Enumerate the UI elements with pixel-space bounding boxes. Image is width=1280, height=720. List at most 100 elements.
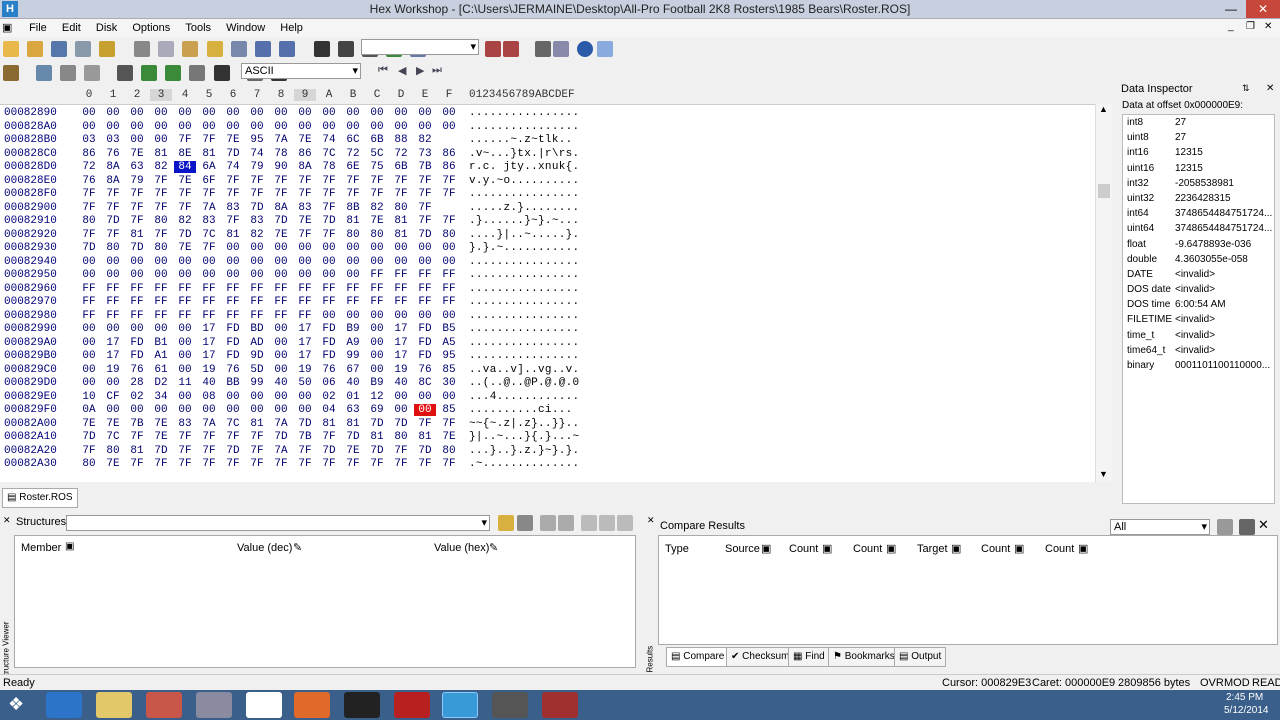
hex-byte[interactable]: 00: [294, 404, 316, 416]
hex-byte[interactable]: 7E: [294, 134, 316, 146]
hex-byte[interactable]: 81: [126, 229, 148, 241]
hex-byte[interactable]: 00: [390, 404, 412, 416]
hex-byte[interactable]: 30: [438, 377, 460, 389]
hex-byte[interactable]: 6B: [390, 161, 412, 173]
hex-byte[interactable]: 00: [126, 134, 148, 146]
hex-byte[interactable]: FD: [318, 350, 340, 362]
hex-byte[interactable]: 00: [174, 404, 196, 416]
hex-byte[interactable]: 7F: [126, 202, 148, 214]
hex-byte[interactable]: 00: [102, 269, 124, 281]
hex-byte[interactable]: 7F: [222, 188, 244, 200]
hex-byte[interactable]: 00: [342, 242, 364, 254]
hex-byte[interactable]: FF: [198, 310, 220, 322]
hex-byte[interactable]: 8C: [414, 377, 436, 389]
hex-byte[interactable]: 7F: [342, 188, 364, 200]
hex-byte[interactable]: 86: [438, 161, 460, 173]
scroll-thumb[interactable]: [1098, 184, 1110, 198]
file-tab[interactable]: ▤ Roster.ROS: [2, 488, 78, 508]
hex-byte[interactable]: 00: [150, 134, 172, 146]
clock-time[interactable]: 2:45 PM: [1226, 692, 1263, 703]
hex-byte[interactable]: 7F: [174, 458, 196, 470]
hex-byte[interactable]: FF: [390, 269, 412, 281]
apf-icon[interactable]: [394, 692, 430, 718]
document-icon[interactable]: ▣: [0, 19, 20, 37]
hex-byte[interactable]: 00: [270, 242, 292, 254]
new-icon[interactable]: [3, 41, 19, 57]
hex-byte[interactable]: 00: [246, 242, 268, 254]
hex-byte[interactable]: 00: [414, 107, 436, 119]
col-value-hex[interactable]: Value (hex): [434, 542, 489, 554]
hex-byte[interactable]: FF: [366, 269, 388, 281]
inspector-row[interactable]: DOS time 6:00:54 AM: [1123, 297, 1274, 312]
hex-byte[interactable]: FF: [102, 310, 124, 322]
hex-byte[interactable]: 7D: [150, 445, 172, 457]
hex-byte[interactable]: 8A: [102, 175, 124, 187]
hex-byte[interactable]: 99: [342, 350, 364, 362]
hex-byte[interactable]: 00: [78, 107, 100, 119]
shift-icon[interactable]: [60, 65, 77, 81]
count4-sort-icon[interactable]: ▣: [1078, 542, 1088, 555]
hex-byte[interactable]: FF: [126, 283, 148, 295]
hex-byte[interactable]: 7F: [78, 445, 100, 457]
hex-byte[interactable]: 82: [174, 215, 196, 227]
hex-byte[interactable]: 7F: [270, 175, 292, 187]
operations-icon[interactable]: [36, 65, 53, 81]
hex-byte[interactable]: 00: [102, 404, 124, 416]
print-structure-icon[interactable]: [599, 515, 615, 531]
hex-byte[interactable]: 00: [366, 337, 388, 349]
hex-byte[interactable]: 17: [390, 323, 412, 335]
edit-dec-icon[interactable]: ✎: [293, 541, 302, 554]
hex-byte[interactable]: 00: [174, 323, 196, 335]
hex-byte[interactable]: 00: [270, 256, 292, 268]
inspector-row[interactable]: int16 12315: [1123, 145, 1274, 160]
copy-icon[interactable]: [158, 41, 175, 57]
ascii-text[interactable]: ................: [469, 337, 579, 349]
hex-byte[interactable]: 01: [342, 391, 364, 403]
hex-byte[interactable]: A1: [150, 350, 172, 362]
hex-byte[interactable]: FF: [438, 269, 460, 281]
hex-byte[interactable]: 8B: [342, 202, 364, 214]
hex-byte[interactable]: 76: [78, 175, 100, 187]
hex-byte[interactable]: FF: [318, 283, 340, 295]
hex-byte[interactable]: 00: [198, 404, 220, 416]
hex-byte[interactable]: 00: [294, 391, 316, 403]
hex-byte[interactable]: 00: [390, 242, 412, 254]
ascii-text[interactable]: r.c. jty..xnuk{.: [469, 161, 579, 173]
ascii-text[interactable]: ......~.z~tlk..: [469, 134, 579, 146]
inspector-row[interactable]: uint32 2236428315: [1123, 191, 1274, 206]
hex-byte[interactable]: 8A: [294, 161, 316, 173]
hex-byte[interactable]: 00: [102, 377, 124, 389]
hex-byte[interactable]: 00: [222, 269, 244, 281]
hex-byte[interactable]: 81: [342, 418, 364, 430]
hex-byte[interactable]: 00: [198, 121, 220, 133]
inspector-row[interactable]: time_t <invalid>: [1123, 328, 1274, 343]
hex-byte[interactable]: 7D: [270, 215, 292, 227]
hex-byte[interactable]: 08: [198, 391, 220, 403]
hex-byte[interactable]: FF: [198, 283, 220, 295]
ascii-text[interactable]: ....}|..~.....}.: [469, 229, 579, 241]
hex-byte[interactable]: 40: [390, 377, 412, 389]
ascii-text[interactable]: ................: [469, 350, 579, 362]
inspector-row[interactable]: FILETIME <invalid>: [1123, 312, 1274, 327]
hex-byte[interactable]: 02: [318, 391, 340, 403]
hex-byte[interactable]: FF: [390, 296, 412, 308]
hex-byte[interactable]: 7F: [414, 418, 436, 430]
hex-byte[interactable]: FF: [174, 296, 196, 308]
hex-byte[interactable]: FF: [222, 283, 244, 295]
hex-byte[interactable]: 7F: [318, 175, 340, 187]
ascii-text[interactable]: ................: [469, 188, 579, 200]
hex-byte[interactable]: 69: [366, 404, 388, 416]
hex-byte[interactable]: 03: [102, 134, 124, 146]
hex-byte[interactable]: 00: [270, 323, 292, 335]
hex-byte[interactable]: 7D: [294, 418, 316, 430]
hex-byte[interactable]: 7F: [78, 188, 100, 200]
hex-byte[interactable]: 7F: [150, 175, 172, 187]
hex-byte[interactable]: 99: [246, 377, 268, 389]
hex-editor[interactable]: 00082890 00 00 00 00 00 00 00 00 00 00 00 00 00 00 00 00…: [0, 104, 1112, 482]
col-source[interactable]: Source: [725, 543, 760, 555]
hex-row[interactable]: 000828D0 72 8A 63 82 84 6A 74 79 90 8A 78 6E 75 6B 7B 86…: [0, 161, 1090, 175]
hex-byte[interactable]: 72: [342, 148, 364, 160]
pin-icon[interactable]: ⇅: [1242, 83, 1250, 94]
hex-byte[interactable]: 10: [78, 391, 100, 403]
hex-byte[interactable]: 00: [270, 337, 292, 349]
